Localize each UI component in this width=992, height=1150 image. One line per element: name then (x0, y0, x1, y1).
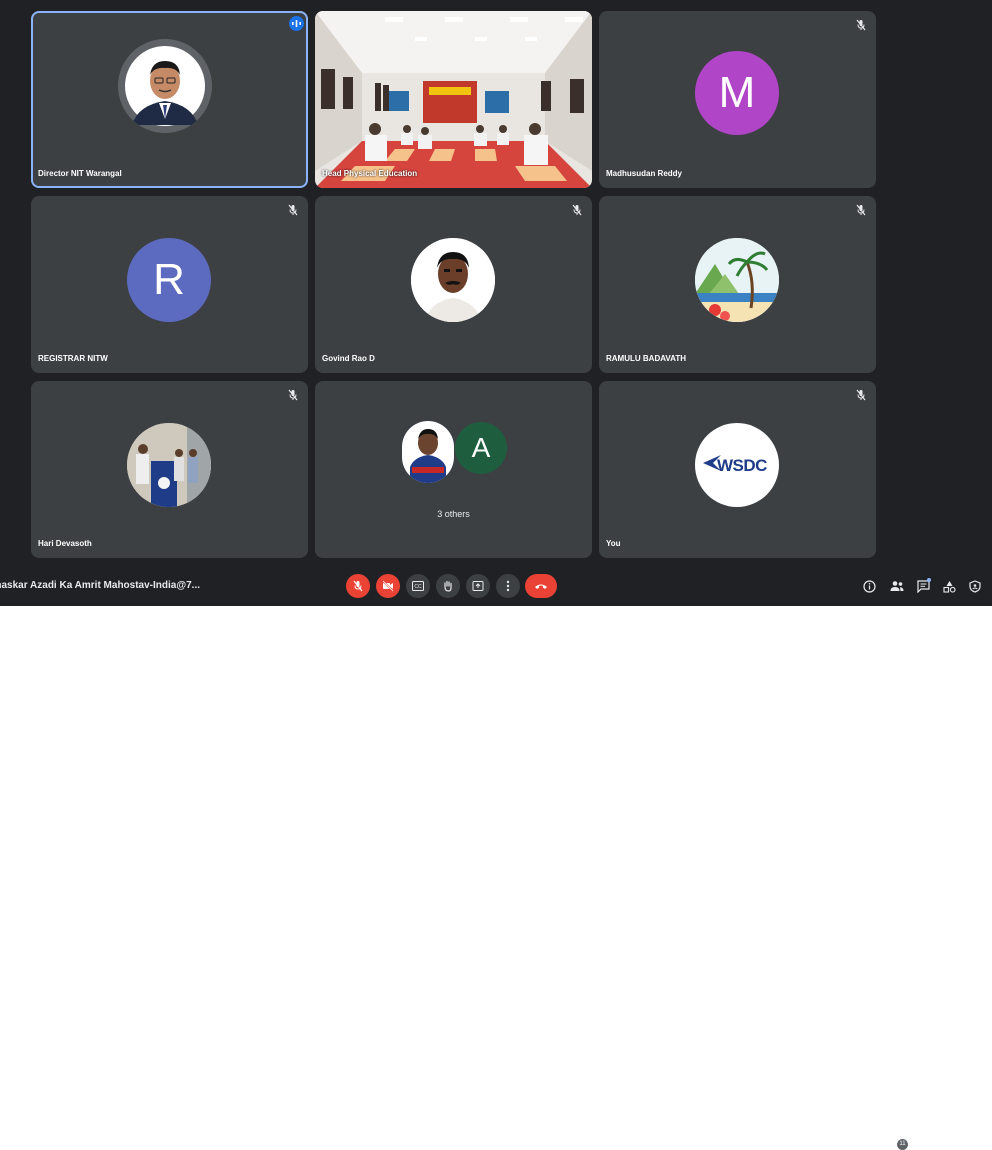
camera-toggle-button[interactable] (376, 574, 400, 598)
avatar: A (455, 422, 507, 474)
mic-off-icon (856, 389, 866, 401)
participant-tile-head-pe[interactable]: Head Physical Education (315, 11, 592, 188)
hand-icon (444, 580, 452, 592)
avatar (118, 39, 212, 133)
activities-button[interactable] (940, 577, 958, 595)
leave-call-button[interactable] (525, 574, 557, 598)
participant-tile-hari[interactable]: Hari Devasoth (31, 381, 308, 558)
video-grid: Director NIT Warangal Head Physical Educ… (0, 0, 992, 568)
avatar (695, 238, 779, 322)
mic-toggle-button[interactable] (346, 574, 370, 598)
participant-name: You (606, 539, 621, 548)
call-end-icon (535, 584, 547, 589)
more-options-button[interactable] (496, 574, 520, 598)
participant-name: Head Physical Education (322, 169, 418, 178)
wsdc-logo: WSDC (717, 456, 767, 475)
participant-count-badge: 11 (897, 1139, 908, 1150)
avatar (127, 423, 211, 507)
more-vert-icon (506, 580, 510, 592)
avatar (411, 238, 495, 322)
mic-off-icon (353, 580, 363, 592)
shield-icon (969, 579, 981, 593)
host-controls-button[interactable] (966, 577, 984, 595)
avatar-letter: M (718, 68, 756, 117)
camera-off-icon (382, 580, 394, 592)
mic-off-icon (856, 19, 866, 31)
mic-off-icon (572, 204, 582, 216)
participant-tile-madhusudan[interactable]: M Madhusudan Reddy (599, 11, 876, 188)
mic-off-icon (288, 389, 298, 401)
video-feed (315, 11, 592, 188)
speaking-indicator-icon (289, 16, 304, 31)
mic-off-icon (288, 204, 298, 216)
participant-name: REGISTRAR NITW (38, 354, 108, 363)
mic-off-icon (856, 204, 866, 216)
people-button[interactable] (888, 577, 906, 595)
avatar: R (127, 238, 211, 322)
svg-text:CC: CC (414, 584, 422, 590)
info-icon (862, 579, 876, 593)
participant-tile-director[interactable]: Director NIT Warangal (31, 11, 308, 188)
chat-notification-dot (927, 578, 931, 582)
participant-name: Director NIT Warangal (38, 169, 122, 178)
participant-tile-ramulu[interactable]: RAMULU BADAVATH (599, 196, 876, 373)
people-icon (890, 581, 904, 591)
participant-tile-govind[interactable]: Govind Rao D (315, 196, 592, 373)
control-bar: Bhaskar Azadi Ka Amrit Mahostav-India@7.… (0, 568, 992, 1150)
meeting-title: Bhaskar Azadi Ka Amrit Mahostav-India@7.… (0, 580, 200, 591)
participant-tile-others[interactable]: A 3 others (315, 381, 592, 558)
present-button[interactable] (466, 574, 490, 598)
avatar-letter: R (153, 255, 185, 304)
participant-name: Madhusudan Reddy (606, 169, 683, 178)
activities-icon (942, 580, 956, 593)
raise-hand-button[interactable] (436, 574, 460, 598)
participant-tile-registrar[interactable]: R REGISTRAR NITW (31, 196, 308, 373)
present-icon (472, 581, 484, 591)
participant-name: Govind Rao D (322, 354, 375, 363)
avatar: WSDC (695, 423, 779, 507)
captions-button[interactable]: CC (406, 574, 430, 598)
avatar (402, 421, 454, 483)
participant-name: Hari Devasoth (38, 539, 92, 548)
participant-tile-you[interactable]: WSDC You (599, 381, 876, 558)
others-count-label: 3 others (437, 509, 470, 519)
chat-button[interactable] (914, 577, 932, 595)
avatar: M (695, 51, 779, 135)
avatar-letter: A (471, 432, 491, 463)
participant-name: RAMULU BADAVATH (606, 354, 686, 363)
captions-icon: CC (412, 581, 424, 591)
meeting-details-button[interactable] (860, 577, 878, 595)
